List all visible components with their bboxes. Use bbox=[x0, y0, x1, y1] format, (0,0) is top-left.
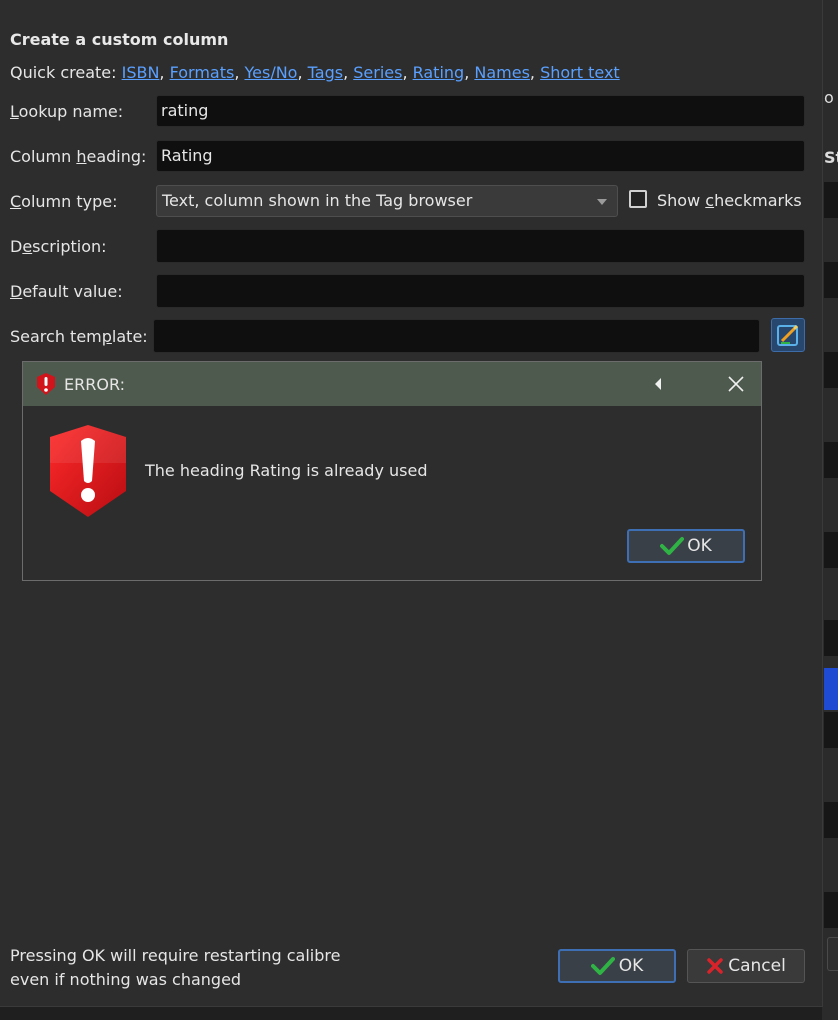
lookup-name-input[interactable]: rating bbox=[156, 95, 805, 127]
dialog-title: Create a custom column bbox=[10, 30, 229, 49]
quick-create-formats-link[interactable]: Formats bbox=[170, 63, 235, 82]
background-row bbox=[824, 892, 838, 928]
restart-note: Pressing OK will require restarting cali… bbox=[10, 946, 341, 989]
column-heading-label: Column heading: bbox=[10, 147, 147, 166]
error-title: ERROR: bbox=[64, 375, 125, 394]
error-message: The heading Rating is already used bbox=[145, 461, 428, 480]
default-value-input[interactable] bbox=[156, 274, 805, 308]
default-value-label: Default value: bbox=[10, 282, 123, 301]
error-shield-icon bbox=[37, 373, 55, 395]
background-row bbox=[824, 620, 838, 656]
column-heading-input[interactable]: Rating bbox=[156, 140, 805, 172]
search-template-label: Search template: bbox=[10, 327, 148, 346]
quick-create-label: Quick create: bbox=[10, 63, 122, 82]
column-type-value: Text, column shown in the Tag browser bbox=[162, 191, 473, 210]
error-shield-large-icon bbox=[50, 425, 126, 517]
quick-create-isbn-link[interactable]: ISBN bbox=[122, 63, 160, 82]
background-row bbox=[824, 352, 838, 388]
chevron-down-icon bbox=[597, 199, 607, 205]
column-type-label: Column type: bbox=[10, 192, 118, 211]
background-row bbox=[824, 712, 838, 748]
column-type-select[interactable]: Text, column shown in the Tag browser bbox=[156, 185, 618, 217]
background-row bbox=[824, 802, 838, 838]
error-popup: ERROR: The heading Rating is already use… bbox=[22, 361, 762, 581]
quick-create-short-text-link[interactable]: Short text bbox=[540, 63, 620, 82]
quick-create-series-link[interactable]: Series bbox=[353, 63, 402, 82]
ok-button[interactable]: OK bbox=[558, 949, 676, 983]
background-row bbox=[824, 442, 838, 478]
check-icon bbox=[660, 537, 685, 555]
cross-icon bbox=[707, 958, 723, 974]
template-edit-icon bbox=[777, 324, 799, 346]
collapse-triangle-icon[interactable] bbox=[653, 377, 663, 391]
search-template-input[interactable] bbox=[153, 319, 760, 353]
background-row bbox=[824, 262, 838, 298]
cancel-button[interactable]: Cancel bbox=[687, 949, 805, 983]
background-button bbox=[827, 937, 838, 971]
background-row bbox=[824, 532, 838, 568]
quick-create-rating-link[interactable]: Rating bbox=[413, 63, 465, 82]
background-selected-row bbox=[824, 668, 838, 710]
check-icon bbox=[590, 957, 615, 975]
show-checkmarks-checkbox[interactable] bbox=[629, 190, 647, 208]
background-text-fragment: o bbox=[824, 88, 834, 107]
description-input[interactable] bbox=[156, 229, 805, 263]
background-column-header-fragment: Sta bbox=[824, 148, 838, 167]
edit-template-button[interactable] bbox=[771, 318, 805, 352]
show-checkmarks-label[interactable]: Show checkmarks bbox=[657, 191, 802, 210]
description-label: Description: bbox=[10, 237, 107, 256]
close-icon[interactable] bbox=[727, 375, 745, 393]
quick-create-yes-no-link[interactable]: Yes/No bbox=[244, 63, 297, 82]
error-title-bar: ERROR: bbox=[23, 362, 761, 406]
background-row bbox=[824, 182, 838, 218]
quick-create-tags-link[interactable]: Tags bbox=[308, 63, 343, 82]
lookup-name-label: Lookup name: bbox=[10, 102, 124, 121]
error-ok-button[interactable]: OK bbox=[627, 529, 745, 563]
quick-create-names-link[interactable]: Names bbox=[474, 63, 530, 82]
quick-create-row: Quick create: ISBN, Formats, Yes/No, Tag… bbox=[10, 63, 620, 82]
